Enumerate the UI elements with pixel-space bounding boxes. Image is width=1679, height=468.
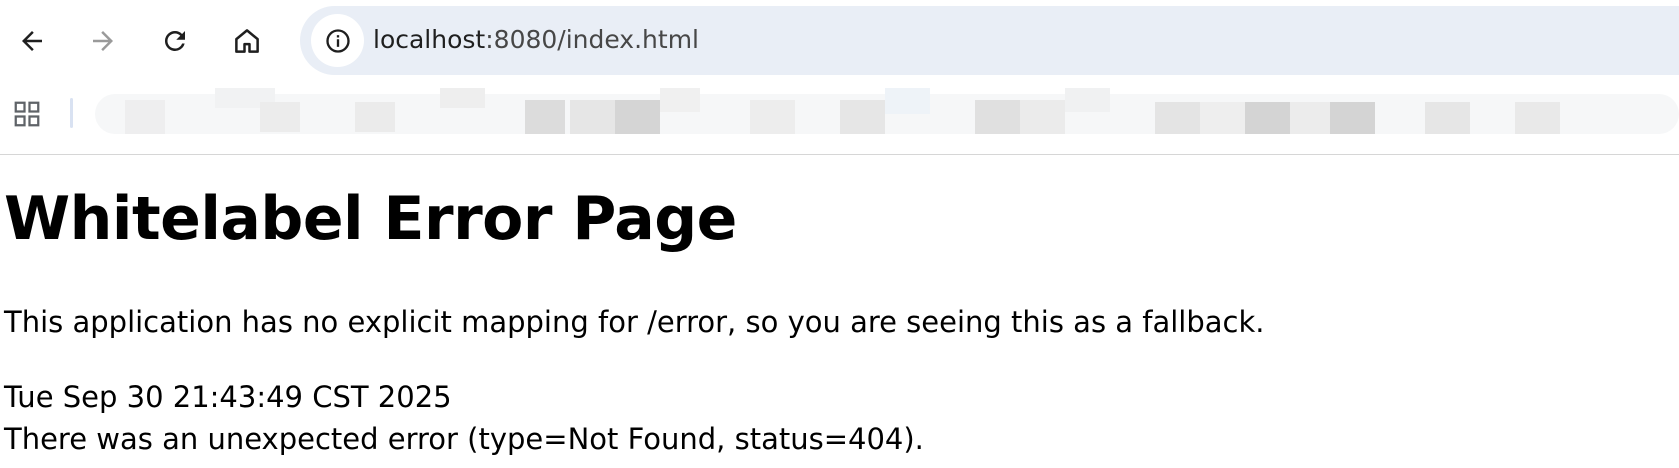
reload-button[interactable] — [153, 19, 197, 63]
page-title: Whitelabel Error Page — [4, 184, 737, 254]
url-host: localhost — [373, 25, 486, 54]
back-button[interactable] — [10, 19, 54, 63]
error-page: Whitelabel Error Page This application h… — [0, 156, 1679, 468]
reload-icon — [164, 30, 185, 51]
site-info-button[interactable] — [311, 14, 364, 67]
url-text[interactable]: localhost:8080/index.html — [373, 23, 699, 57]
browser-toolbar: localhost:8080/index.html — [0, 0, 1679, 82]
home-button[interactable] — [225, 19, 269, 63]
forward-button[interactable] — [81, 19, 125, 63]
info-icon — [325, 28, 350, 53]
error-explanation: This application has no explicit mapping… — [4, 305, 1265, 339]
url-path: :8080/index.html — [485, 25, 699, 54]
address-bar[interactable]: localhost:8080/index.html — [300, 6, 1679, 75]
home-icon — [235, 29, 259, 53]
redacted-bookmarks — [95, 88, 1679, 146]
bookmarks-bar — [0, 82, 1679, 155]
arrow-left-icon — [22, 31, 42, 51]
arrow-right-icon — [93, 31, 113, 51]
apps-grid-icon — [14, 101, 40, 127]
apps-button[interactable] — [12, 99, 42, 129]
error-timestamp: Tue Sep 30 21:43:49 CST 2025 — [4, 380, 452, 414]
error-detail: There was an unexpected error (type=Not … — [4, 422, 924, 456]
bookmarks-divider — [70, 98, 73, 128]
